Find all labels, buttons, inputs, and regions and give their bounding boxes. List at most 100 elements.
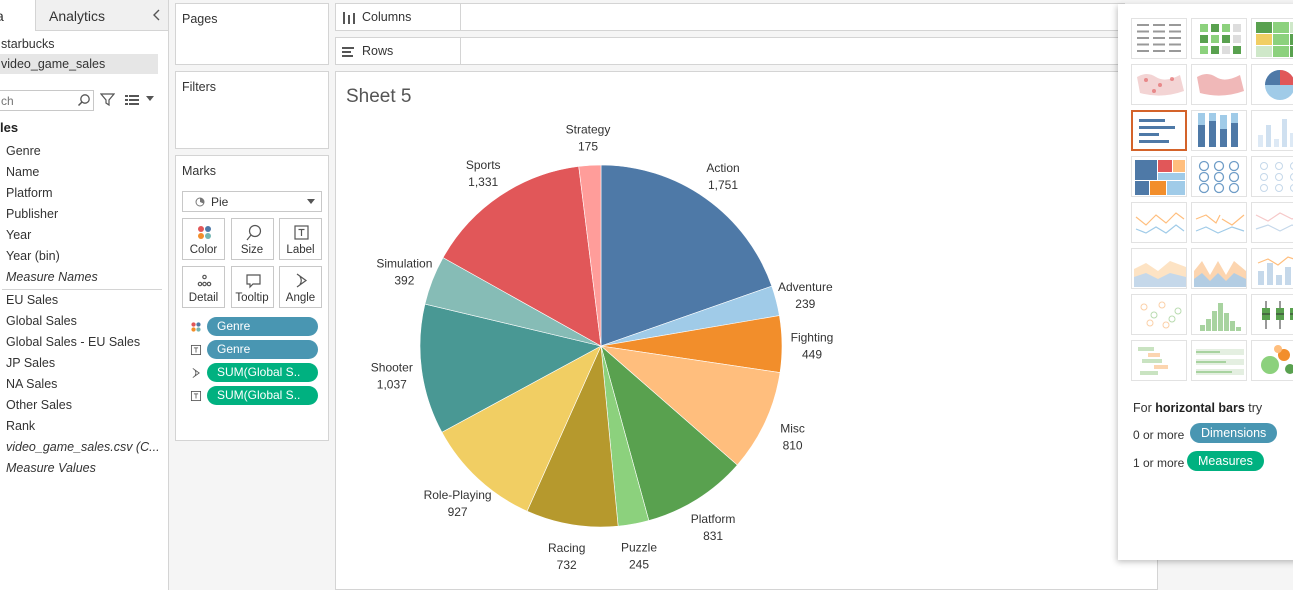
measure-count: 1 or more — [1133, 456, 1185, 470]
dimension-pill[interactable]: Genre — [207, 340, 318, 359]
detail-dots-icon — [197, 274, 212, 287]
mark-type-dropdown[interactable]: Pie — [182, 191, 322, 212]
angle-button[interactable]: Angle — [279, 266, 322, 308]
button-label: Color — [189, 244, 218, 256]
search-icon[interactable] — [77, 93, 91, 108]
angle-icon — [192, 368, 200, 378]
pane-tabs: a Analytics — [0, 0, 168, 31]
data-source-item[interactable]: starbucks — [0, 34, 158, 54]
pie-chart[interactable]: Action 1,751 Adventure 239 Fighting 449 Misc 81… — [335, 71, 1115, 590]
pie-chart-icon — [1265, 70, 1293, 100]
show-me-box-and-whisker[interactable] — [1251, 294, 1293, 335]
show-me-bullet-graph[interactable] — [1191, 340, 1247, 381]
show-me-circle-views[interactable] — [1191, 156, 1247, 197]
show-me-packed-bubbles[interactable] — [1251, 340, 1293, 381]
button-label: Detail — [188, 292, 219, 304]
field-item[interactable]: Global Sales — [6, 311, 166, 332]
filters-shelf[interactable]: Filters — [175, 71, 329, 149]
slice-category-label: Racing — [548, 541, 585, 555]
rows-shelf[interactable]: Rows — [335, 37, 1125, 65]
show-me-dual-lines[interactable] — [1251, 202, 1293, 243]
show-me-scatter-plot[interactable] — [1131, 294, 1187, 335]
tab-data[interactable]: a — [0, 0, 36, 31]
columns-label: Columns — [362, 10, 412, 24]
show-me-symbol-map[interactable] — [1131, 64, 1187, 105]
field-item[interactable]: NA Sales — [6, 374, 166, 395]
button-label: Tooltip — [235, 292, 269, 304]
filter-icon[interactable] — [100, 92, 115, 107]
measures-pill: Measures — [1187, 451, 1264, 471]
field-item[interactable]: Genre — [6, 141, 166, 162]
pages-shelf[interactable]: Pages — [175, 3, 329, 65]
field-item[interactable]: JP Sales — [6, 353, 166, 374]
shelf-divider — [460, 38, 461, 64]
slice-category-label: Puzzle — [621, 541, 657, 555]
view-options-icon[interactable] — [125, 94, 139, 106]
tooltip-button[interactable]: Tooltip — [230, 266, 274, 308]
show-me-area-discrete[interactable] — [1191, 248, 1247, 289]
field-item[interactable]: Other Sales — [6, 395, 166, 416]
search-box[interactable] — [0, 90, 94, 111]
shelf-divider — [460, 4, 461, 30]
box-and-whisker-icon — [1262, 301, 1293, 329]
measure-pill[interactable]: SUM(Global S.. — [207, 363, 318, 382]
show-me-histogram[interactable] — [1191, 294, 1247, 335]
field-item[interactable]: Year (bin) — [6, 246, 166, 267]
field-item[interactable]: EU Sales — [6, 290, 166, 311]
field-item[interactable]: Measure Names — [6, 267, 166, 288]
show-me-stacked-bars[interactable] — [1191, 110, 1247, 151]
show-me-side-by-side-circles[interactable] — [1251, 156, 1293, 197]
chevron-down-icon[interactable] — [146, 96, 154, 102]
show-me-area-continuous[interactable] — [1131, 248, 1187, 289]
show-me-dual-combination[interactable] — [1251, 248, 1293, 289]
tab-analytics[interactable]: Analytics — [37, 0, 147, 31]
search-input[interactable] — [0, 91, 77, 110]
show-me-continuous-lines[interactable] — [1131, 202, 1187, 243]
slice-value-label: 392 — [394, 273, 414, 287]
show-me-filled-map[interactable] — [1191, 64, 1247, 105]
show-me-text-table[interactable] — [1131, 18, 1187, 59]
angle-icon — [296, 273, 308, 288]
slice-category-label: Fighting — [791, 331, 834, 345]
field-item[interactable]: Rank — [6, 416, 166, 437]
size-button[interactable]: Size — [230, 218, 274, 260]
show-me-heat-map[interactable] — [1191, 18, 1247, 59]
columns-shelf[interactable]: Columns — [335, 3, 1125, 31]
data-pane: a Analytics starbucksvideo_game_sales le… — [0, 0, 169, 590]
show-me-side-by-side-bars[interactable] — [1251, 110, 1293, 151]
field-item[interactable]: Platform — [6, 183, 166, 204]
scatter-plot-icon — [1140, 301, 1182, 329]
tooltip-bubble-icon — [245, 274, 261, 289]
show-me-gantt[interactable] — [1131, 340, 1187, 381]
rows-icon — [342, 47, 354, 57]
bullet-graph-icon — [1196, 349, 1244, 375]
slice-value-label: 732 — [557, 558, 577, 572]
field-item[interactable]: Year — [6, 225, 166, 246]
chevron-down-icon[interactable] — [307, 199, 315, 205]
show-me-discrete-lines[interactable] — [1191, 202, 1247, 243]
slice-category-label: Sports — [466, 158, 501, 172]
text-label-icon — [190, 390, 202, 402]
show-me-treemap[interactable] — [1131, 156, 1187, 197]
measure-pill[interactable]: SUM(Global S.. — [207, 386, 318, 405]
label-button[interactable]: Label — [279, 218, 322, 260]
dimension-pill[interactable]: Genre — [207, 317, 318, 336]
field-item[interactable]: Name — [6, 162, 166, 183]
pie-mark-icon — [195, 197, 205, 207]
collapse-pane-icon[interactable] — [150, 7, 164, 23]
area-continuous-icon — [1134, 261, 1186, 287]
data-source-item[interactable]: video_game_sales — [0, 54, 158, 74]
field-item[interactable]: Publisher — [6, 204, 166, 225]
show-me-pie-chart[interactable] — [1251, 64, 1293, 105]
field-item[interactable]: video_game_sales.csv (C... — [6, 437, 166, 458]
slice-category-label: Platform — [691, 512, 736, 526]
field-item[interactable]: Global Sales - EU Sales — [6, 332, 166, 353]
color-button[interactable]: Color — [182, 218, 225, 260]
heat-map-icon — [1200, 24, 1241, 54]
detail-button[interactable]: Detail — [182, 266, 225, 308]
show-me-horizontal-bars[interactable] — [1131, 110, 1187, 151]
field-item[interactable]: Measure Values — [6, 458, 166, 479]
discrete-lines-icon — [1195, 214, 1245, 234]
slice-category-label: Shooter — [371, 361, 413, 375]
show-me-highlight-table[interactable] — [1251, 18, 1293, 59]
